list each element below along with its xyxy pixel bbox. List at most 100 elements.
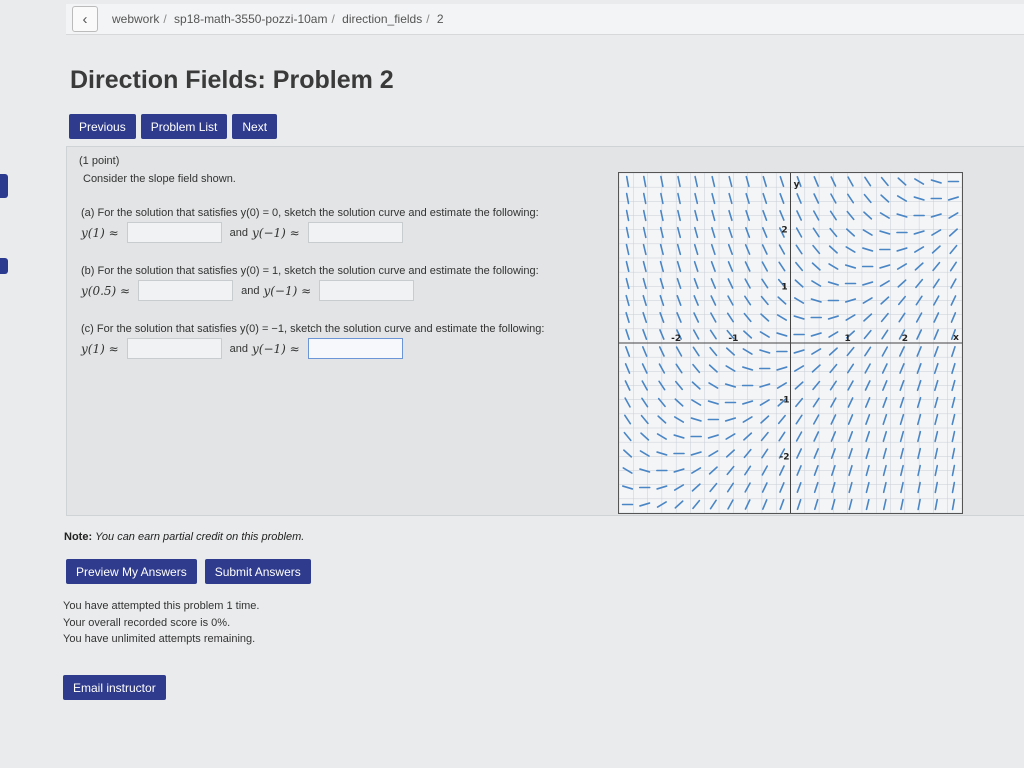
slope-segment	[776, 366, 788, 371]
part-a-answer-1[interactable]	[126, 222, 222, 243]
slope-segment	[848, 447, 853, 460]
slope-segment	[933, 312, 940, 323]
slope-segment	[810, 332, 822, 337]
slope-segment	[778, 431, 786, 442]
slope-segment	[933, 346, 939, 357]
back-chevron-icon[interactable]: ‹	[72, 6, 98, 32]
slope-segment	[882, 413, 888, 426]
slope-segment	[710, 261, 716, 272]
slope-segment	[760, 313, 770, 322]
slope-segment	[951, 345, 956, 358]
part-c-answer-2[interactable]	[307, 338, 403, 359]
slope-segment	[676, 260, 682, 273]
slope-segment	[692, 346, 700, 357]
slope-segment	[762, 175, 768, 188]
slope-segment	[900, 481, 904, 494]
slope-segment	[691, 399, 702, 406]
status-attempts: You have attempted this problem 1 time.	[63, 600, 260, 612]
slope-segment	[693, 278, 699, 289]
part-a-answer-2[interactable]	[307, 222, 403, 243]
part-a-label-2: y(−1) ≈	[252, 225, 300, 240]
slope-segment	[776, 332, 788, 337]
slope-segment	[899, 363, 905, 374]
breadcrumb-item-webwork[interactable]: webwork	[112, 12, 159, 26]
slope-segment	[951, 430, 956, 443]
slope-segment	[862, 229, 873, 236]
slope-segment	[813, 448, 819, 459]
slope-segment	[707, 400, 719, 405]
slope-segment	[690, 417, 702, 422]
part-b-answer-2[interactable]	[319, 280, 415, 301]
slope-segment	[694, 192, 699, 205]
slope-segment	[795, 244, 803, 255]
email-instructor-button[interactable]: Email instructor	[63, 675, 166, 700]
breadcrumb-item-course[interactable]: sp18-math-3550-pozzi-10am	[174, 12, 327, 26]
slope-segment	[690, 451, 702, 456]
slope-segment	[846, 228, 856, 237]
slope-segment	[863, 313, 873, 322]
slope-segment	[897, 279, 907, 288]
slope-segment	[881, 329, 889, 340]
slope-segment	[848, 498, 853, 511]
y-tick-label: 1	[781, 282, 787, 292]
slope-segment	[793, 315, 805, 320]
slope-segment	[897, 177, 907, 186]
status-remaining: You have unlimited attempts remaining.	[63, 633, 256, 645]
slope-segment	[879, 280, 890, 287]
part-c-answer-1[interactable]	[126, 338, 222, 359]
slope-segment	[947, 196, 960, 201]
slope-segment	[677, 175, 681, 188]
slope-segment	[934, 498, 938, 511]
slope-segment	[625, 226, 630, 239]
slope-segment	[813, 498, 819, 511]
slope-segment	[727, 244, 734, 255]
slope-segment	[934, 413, 939, 426]
slope-segment	[865, 447, 870, 460]
slope-segment	[882, 498, 887, 511]
slope-segment	[762, 227, 768, 238]
slope-segment	[709, 346, 718, 357]
slope-segment	[642, 260, 647, 273]
slope-segment	[642, 346, 648, 357]
next-button[interactable]: Next	[232, 114, 278, 139]
slope-segment	[625, 209, 630, 222]
slope-segment	[625, 260, 630, 273]
slope-segment	[847, 431, 854, 442]
part-c-and: and	[229, 342, 249, 355]
slope-segment	[793, 365, 805, 372]
slope-segment	[900, 498, 904, 511]
problem-list-button[interactable]: Problem List	[140, 114, 228, 139]
side-tab-marker-2	[0, 258, 8, 274]
preview-answers-button[interactable]: Preview My Answers	[66, 559, 197, 584]
slope-segment	[879, 230, 891, 235]
slope-segment	[642, 243, 647, 256]
breadcrumb-item-set[interactable]: direction_fields	[342, 12, 422, 26]
slope-segment	[642, 192, 647, 205]
slope-segment	[693, 312, 700, 323]
slope-segment	[880, 194, 890, 203]
slope-segment	[896, 247, 908, 252]
slope-segment	[760, 415, 770, 424]
previous-button[interactable]: Previous	[69, 114, 136, 139]
slope-segment	[880, 176, 889, 187]
points-label: (1 point)	[79, 155, 120, 167]
slope-segment	[813, 176, 819, 187]
slope-segment	[777, 414, 786, 425]
slope-segment	[642, 209, 647, 222]
slope-segment	[625, 346, 631, 357]
slope-segment	[659, 226, 664, 239]
slope-segment	[865, 498, 870, 511]
submit-answers-button[interactable]: Submit Answers	[204, 559, 311, 584]
slope-segment	[761, 244, 768, 255]
slope-segment	[676, 226, 682, 239]
slope-segment	[865, 414, 871, 425]
y-axis-label: y	[794, 180, 800, 190]
slope-segment	[691, 483, 701, 492]
part-b-answer-1[interactable]	[138, 280, 234, 301]
slope-segment	[899, 430, 905, 443]
slope-segment	[813, 193, 820, 204]
slope-segment	[899, 413, 905, 426]
slope-segment	[708, 450, 719, 457]
slope-segment	[864, 176, 872, 187]
slope-segment	[934, 447, 939, 460]
